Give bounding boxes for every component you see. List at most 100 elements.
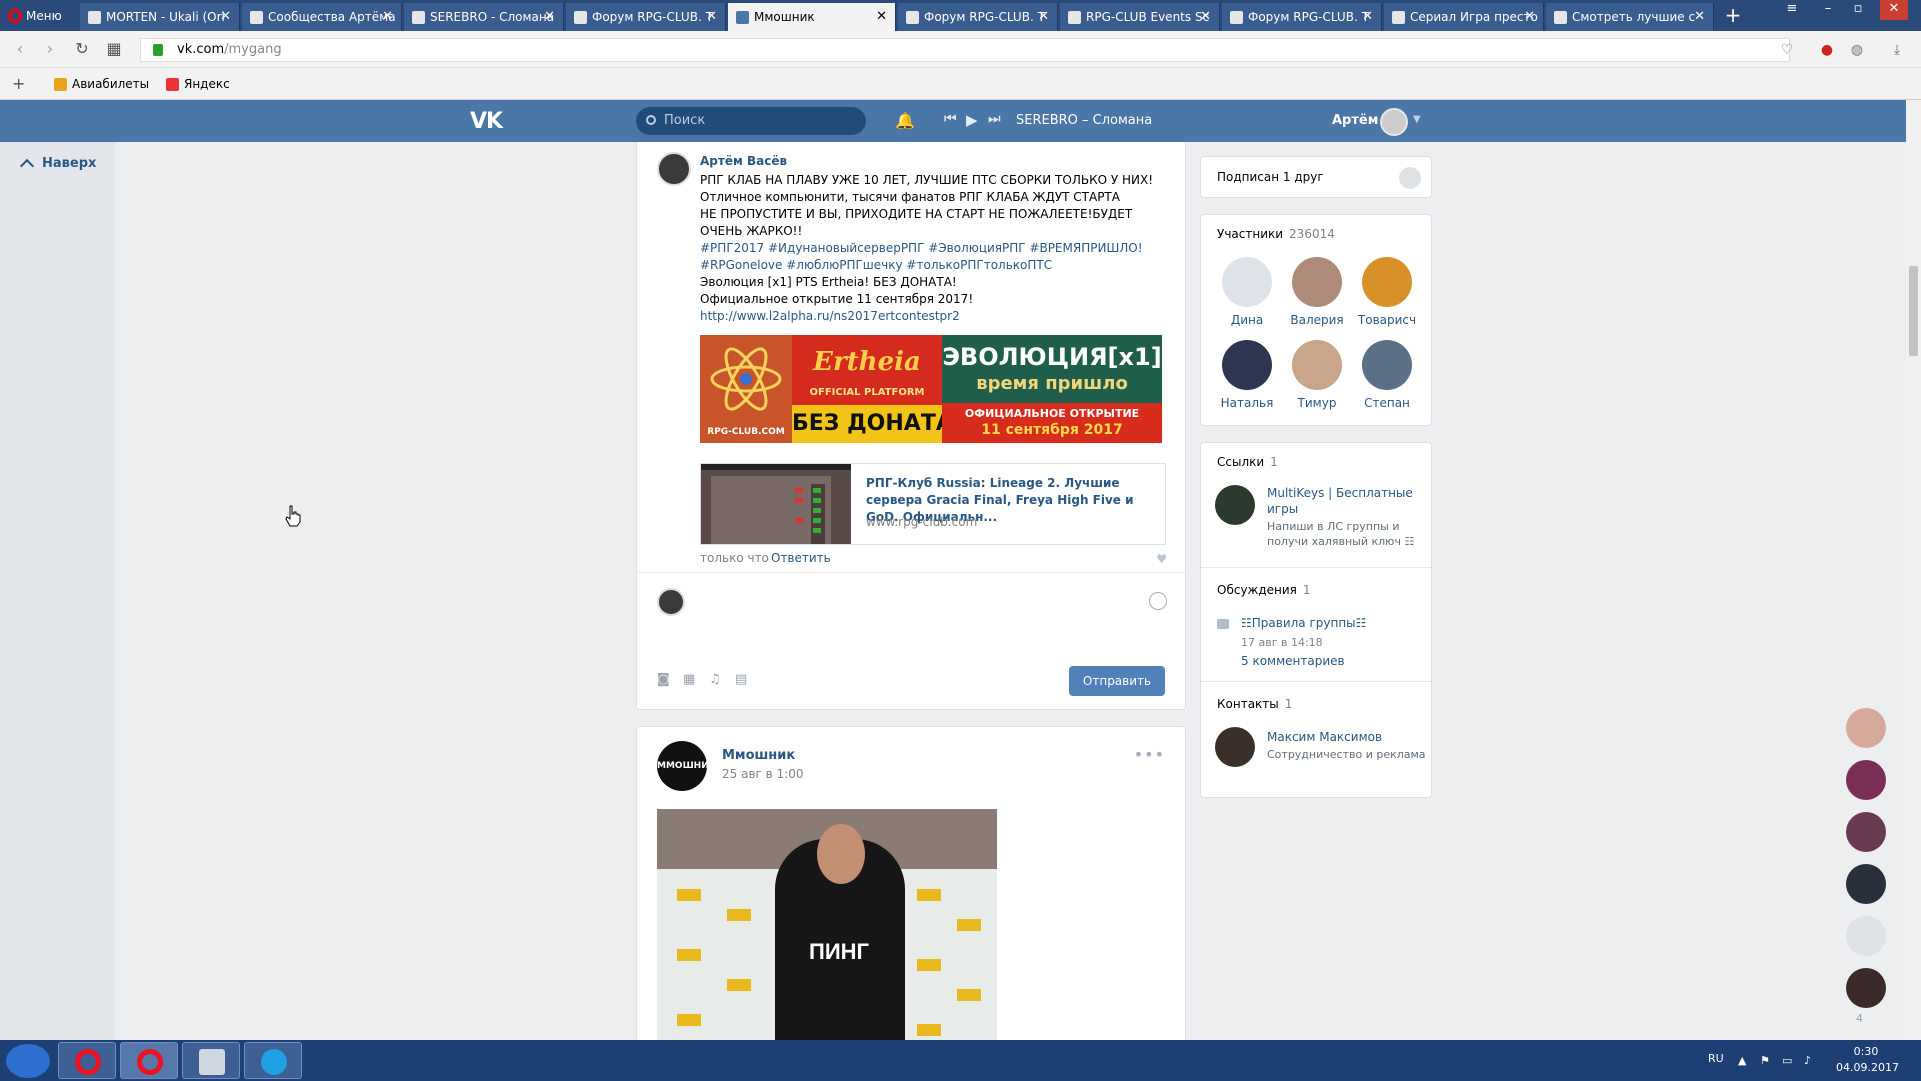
back-to-top-link[interactable]: Наверх xyxy=(20,156,96,171)
chat-avatar[interactable] xyxy=(1846,968,1886,1008)
back-to-top-column[interactable]: Наверх xyxy=(0,142,115,1040)
member-item[interactable]: Товарисч xyxy=(1357,257,1417,327)
discussions-title[interactable]: Обсуждения 1 xyxy=(1217,583,1311,597)
member-item[interactable]: Тимур xyxy=(1287,340,1347,410)
browser-tab[interactable]: RPG-CLUB Events Sc ✕ xyxy=(1060,3,1220,31)
links-title[interactable]: Ссылки 1 xyxy=(1217,455,1278,469)
camera-icon[interactable]: ◙ xyxy=(657,672,671,687)
post-photo[interactable]: ПИНГ xyxy=(657,809,997,1057)
discussion-title[interactable]: ☷Правила группы☷ xyxy=(1241,615,1396,631)
header-avatar[interactable] xyxy=(1380,108,1408,136)
header-user-name[interactable]: Артём xyxy=(1332,100,1378,142)
close-tab-icon[interactable]: ✕ xyxy=(1200,3,1211,31)
language-indicator[interactable]: RU xyxy=(1708,1052,1724,1065)
hashtags[interactable]: #RPGonelove #люблюРПГшечку #толькоРПГтол… xyxy=(700,257,1170,274)
document-icon[interactable]: ▤ xyxy=(735,672,749,687)
page-scrollbar[interactable] xyxy=(1906,100,1921,1040)
author-avatar[interactable] xyxy=(657,152,691,186)
play-icon[interactable]: ▶ xyxy=(966,111,978,129)
browser-tab-active[interactable]: Ммошник ✕ xyxy=(728,3,896,31)
member-item[interactable]: Степан xyxy=(1357,340,1417,410)
post-time[interactable]: только что xyxy=(700,551,769,565)
add-bookmark-icon[interactable]: + xyxy=(12,68,25,100)
emoji-icon[interactable] xyxy=(1149,592,1167,610)
group-name[interactable]: Ммошник xyxy=(722,748,795,763)
close-tab-icon[interactable]: ✕ xyxy=(876,3,887,31)
discussion-comments[interactable]: 5 комментариев xyxy=(1241,653,1396,669)
contact-avatar[interactable] xyxy=(1215,727,1255,767)
close-tab-icon[interactable]: ✕ xyxy=(382,3,393,31)
adblock-icon[interactable]: ● xyxy=(1818,41,1836,59)
taskbar-skype-button[interactable] xyxy=(244,1042,302,1079)
chevron-down-icon[interactable]: ▼ xyxy=(1413,114,1421,125)
vk-logo[interactable]: VK xyxy=(470,109,503,134)
system-clock[interactable]: 0:30 04.09.2017 xyxy=(1836,1044,1899,1076)
subscribed-friends-block[interactable]: Подписан 1 друг xyxy=(1200,156,1432,198)
group-avatar[interactable]: ММОШНИК xyxy=(657,741,716,791)
video-icon[interactable]: ▦ xyxy=(683,672,697,687)
next-track-icon[interactable]: ⏭ xyxy=(988,111,1001,127)
close-tab-icon[interactable]: ✕ xyxy=(220,3,231,31)
volume-icon[interactable]: ♪ xyxy=(1804,1054,1811,1067)
browser-tab[interactable]: SEREBRO - Сломана ✕ xyxy=(404,3,564,31)
more-options-icon[interactable]: ••• xyxy=(1134,745,1165,764)
flag-icon[interactable]: ⚑ xyxy=(1760,1054,1770,1067)
forward-icon[interactable]: › xyxy=(40,39,60,59)
member-item[interactable]: Валерия xyxy=(1287,257,1347,327)
opera-menu-button[interactable]: Меню xyxy=(6,5,62,27)
url-field[interactable]: vk.com/mygang xyxy=(140,38,1790,62)
bookmark-aviabilety[interactable]: Авиабилеты xyxy=(52,68,149,100)
network-icon[interactable]: ▭ xyxy=(1782,1054,1792,1067)
search-input[interactable]: Поиск xyxy=(636,107,866,135)
now-playing-track[interactable]: SEREBRO – Сломана xyxy=(1016,100,1152,142)
minimize-icon[interactable]: – xyxy=(1814,0,1842,20)
chat-count[interactable]: 4 xyxy=(1856,1012,1863,1025)
taskbar-opera-active-button[interactable] xyxy=(120,1042,178,1079)
hashtags[interactable]: #РПГ2017 #ИдунановыйсерверРПГ #ЭволюцияР… xyxy=(700,240,1170,257)
speed-dial-icon[interactable]: ▦ xyxy=(104,39,124,59)
contacts-title[interactable]: Контакты 1 xyxy=(1217,697,1292,711)
link-title[interactable]: MultiKeys | Бесплатные игры xyxy=(1267,485,1422,517)
link-snippet[interactable]: РПГ-Клуб Russia: Lineage 2. Лучшие серве… xyxy=(700,463,1166,545)
reload-icon[interactable]: ↻ xyxy=(72,39,92,59)
promo-banner-image[interactable]: RPG-CLUB.COM Ertheia OFFICIAL PLATFORM Б… xyxy=(700,335,1162,443)
tray-chevron-icon[interactable]: ▲ xyxy=(1738,1054,1746,1067)
members-title[interactable]: Участники 236014 xyxy=(1217,227,1335,241)
key-icon[interactable] xyxy=(1215,485,1255,525)
contact-name[interactable]: Максим Максимов xyxy=(1267,729,1422,745)
close-tab-icon[interactable]: ✕ xyxy=(1362,3,1373,31)
send-button[interactable]: Отправить xyxy=(1069,666,1165,696)
chat-avatar[interactable] xyxy=(1846,812,1886,852)
close-tab-icon[interactable]: ✕ xyxy=(544,3,555,31)
member-item[interactable]: Наталья xyxy=(1217,340,1277,410)
windows-start-icon[interactable] xyxy=(6,1044,50,1078)
member-item[interactable]: Дина xyxy=(1217,257,1277,327)
download-icon[interactable]: ⤓ xyxy=(1888,41,1906,59)
close-tab-icon[interactable]: ✕ xyxy=(706,3,717,31)
chat-avatar[interactable] xyxy=(1846,864,1886,904)
camera-icon[interactable] xyxy=(1846,916,1886,956)
taskbar-opera-button[interactable] xyxy=(58,1042,116,1079)
close-tab-icon[interactable]: ✕ xyxy=(1038,3,1049,31)
new-tab-button[interactable]: + xyxy=(1720,3,1746,29)
taskbar-notepad-button[interactable] xyxy=(182,1042,240,1079)
browser-tab[interactable]: Форум RPG-CLUB. T ✕ xyxy=(1222,3,1382,31)
chat-avatar[interactable] xyxy=(1846,760,1886,800)
post-link[interactable]: http://www.l2alpha.ru/ns2017ertcontestpr… xyxy=(700,308,1170,325)
close-tab-icon[interactable]: ✕ xyxy=(1524,3,1535,31)
close-window-icon[interactable]: ✕ xyxy=(1880,0,1908,20)
music-icon[interactable]: ♫ xyxy=(709,672,723,687)
previous-track-icon[interactable]: ⏮ xyxy=(944,111,957,127)
browser-tab[interactable]: MORTEN - Ukali (Ori ✕ xyxy=(80,3,240,31)
vpn-icon[interactable]: ◍ xyxy=(1848,41,1866,59)
reply-link[interactable]: Ответить xyxy=(771,551,831,565)
browser-tab[interactable]: Сообщества Артёма ✕ xyxy=(242,3,402,31)
post-author[interactable]: Артём Васёв xyxy=(700,154,787,168)
notifications-bell-icon[interactable]: 🔔 xyxy=(895,111,915,131)
bookmark-yandex[interactable]: Яндекс xyxy=(164,68,230,100)
close-tab-icon[interactable]: ✕ xyxy=(1694,3,1705,31)
bookmark-heart-icon[interactable]: ♡ xyxy=(1778,41,1796,59)
back-icon[interactable]: ‹ xyxy=(10,39,30,59)
scrollbar-thumb[interactable] xyxy=(1909,266,1918,356)
chat-avatar[interactable] xyxy=(1846,708,1886,748)
